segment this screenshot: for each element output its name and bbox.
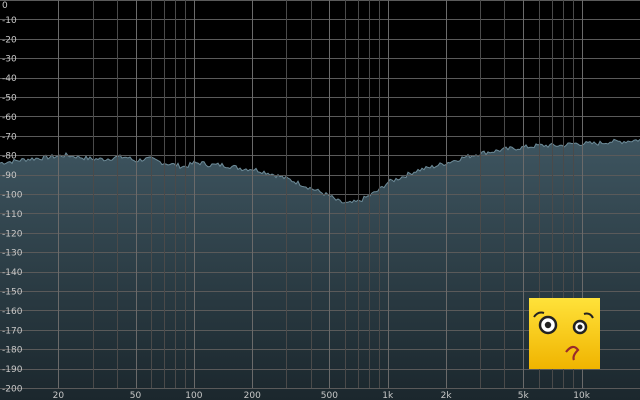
y-tick-label: -110 [2, 210, 23, 220]
y-tick-label: 0 [2, 1, 8, 11]
spectrum-chart: 0 -10 -20 -30 -40 -50 -60 -70 -80 -90 -100 -110 -120… [0, 0, 640, 400]
x-tick-label: 50 [130, 391, 142, 400]
y-tick-label: -20 [2, 35, 17, 45]
x-tick-label: 5k [518, 391, 530, 400]
y-tick-label: -180 [2, 346, 23, 356]
x-tick-label: 10k [573, 391, 590, 400]
y-tick-label: -120 [2, 229, 23, 239]
y-tick-label: -200 [2, 385, 23, 395]
x-tick-label: 20 [53, 391, 65, 400]
y-tick-label: -190 [2, 365, 23, 375]
y-tick-label: -40 [2, 74, 17, 84]
x-tick-label: 1k [382, 391, 394, 400]
y-tick-label: -150 [2, 288, 23, 298]
y-axis-labels: 0 -10 -20 -30 -40 -50 -60 -70 -80 -90 -100 -110 -120… [2, 1, 23, 395]
y-tick-label: -10 [2, 16, 17, 26]
y-tick-label: -90 [2, 171, 17, 181]
x-tick-label: 200 [244, 391, 261, 400]
y-tick-label: -80 [2, 152, 17, 162]
y-tick-label: -100 [2, 191, 23, 201]
x-tick-label: 2k [441, 391, 453, 400]
y-tick-label: -60 [2, 113, 17, 123]
y-tick-label: -30 [2, 55, 17, 65]
x-tick-label: 100 [185, 391, 202, 400]
y-tick-label: -170 [2, 326, 23, 336]
y-tick-label: -130 [2, 249, 23, 259]
y-tick-label: -50 [2, 94, 17, 104]
y-tick-label: -160 [2, 307, 23, 317]
confused-face-icon [529, 298, 600, 369]
y-tick-label: -70 [2, 132, 17, 142]
y-tick-label: -140 [2, 268, 23, 278]
x-tick-label: 500 [321, 391, 338, 400]
